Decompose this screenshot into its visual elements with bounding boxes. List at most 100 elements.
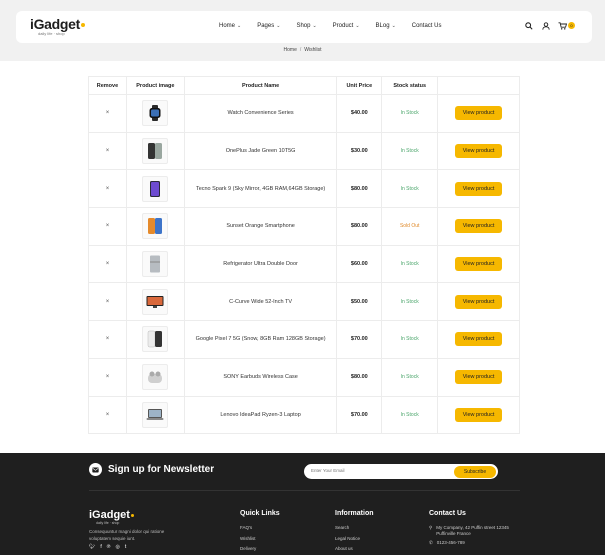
breadcrumb-current: Wishlist xyxy=(304,47,322,53)
envelope-icon xyxy=(89,463,102,476)
contact-phone-text[interactable]: 0123-456-789 xyxy=(437,540,465,546)
breadcrumb-home[interactable]: Home xyxy=(284,47,297,53)
product-name[interactable]: SONY Earbuds Wireless Case xyxy=(183,357,338,397)
nav-item-product[interactable]: Product ⌄ xyxy=(333,23,360,29)
nav-label: Contact Us xyxy=(411,23,442,29)
view-product-button[interactable]: View product xyxy=(455,294,503,309)
remove-icon[interactable]: × xyxy=(106,186,110,192)
remove-icon[interactable]: × xyxy=(106,412,110,418)
facebook-icon[interactable]: f xyxy=(100,544,101,550)
stock-cell: In Stock xyxy=(381,169,439,209)
contact-address-text: My Company, 42 Puffin street 12345 Puffi… xyxy=(436,525,509,536)
contact-phone: ✆ 0123-456-789 xyxy=(429,540,529,546)
remove-cell: × xyxy=(88,282,127,322)
product-name[interactable]: Watch Convenience Series xyxy=(183,94,338,133)
instagram-icon[interactable]: ◎ xyxy=(115,544,119,550)
contact-title: Contact Us xyxy=(429,510,466,517)
view-product-button[interactable]: View product xyxy=(455,181,503,196)
image-cell xyxy=(125,282,185,322)
footer-link-wishlist[interactable]: Wishlist xyxy=(240,536,280,541)
site-logo[interactable]: iGadget daily life · shop xyxy=(30,17,86,36)
product-name[interactable]: C-Curve Wide 52-Inch TV xyxy=(183,282,338,322)
contact-address: ⚲ My Company, 42 Puffin street 12345 Puf… xyxy=(429,525,529,537)
subscribe-button[interactable]: Subscribe xyxy=(454,465,496,478)
action-cell: View product xyxy=(437,320,520,359)
tumblr-icon[interactable]: t xyxy=(125,544,126,550)
footer-link-delivery[interactable]: Delivery xyxy=(240,546,280,551)
logo-dot xyxy=(130,514,134,517)
table-row: × Refrigerator Ultra Double Door $60.00 In … xyxy=(88,244,520,284)
product-image[interactable] xyxy=(142,288,169,315)
pinterest-icon[interactable]: ℗ xyxy=(107,544,111,550)
footer-logo[interactable]: iGadget daily life · shop xyxy=(89,510,134,525)
unit-price: $80.00 xyxy=(350,185,368,192)
information-title: Information xyxy=(335,510,374,517)
nav-item-shop[interactable]: Shop ⌄ xyxy=(296,23,316,29)
view-product-button[interactable]: View product xyxy=(455,332,503,347)
image-cell xyxy=(125,131,185,171)
view-product-button[interactable]: View product xyxy=(455,219,503,234)
newsletter-email-input[interactable] xyxy=(311,468,441,473)
table-row: × Google Pixel 7 5G (Snow, 8GB Ram 128GB … xyxy=(88,320,520,359)
unit-price: $80.00 xyxy=(350,223,368,230)
phone-icon: ✆ xyxy=(429,540,433,545)
product-name[interactable]: Tecno Spark 9 (Sky Mirror, 4GB RAM,64GB … xyxy=(183,169,338,209)
footer-description: Consequuntur magni dolor qui ratione vol… xyxy=(89,529,165,541)
product-image[interactable] xyxy=(142,175,169,202)
product-name[interactable]: Google Pixel 7 5G (Snow, 8GB Ram 128GB S… xyxy=(183,320,338,359)
footer-link-about[interactable]: About us xyxy=(335,546,374,551)
newsletter-title: Sign up for Newsletter xyxy=(108,464,215,475)
view-product-button[interactable]: View product xyxy=(455,144,503,159)
table-row: × Sunset Orange Smartphone $80.00 Sold Out V… xyxy=(88,207,520,246)
stock-status: In Stock xyxy=(400,411,419,418)
product-image[interactable] xyxy=(142,213,169,240)
product-image[interactable] xyxy=(142,326,169,353)
cart-button[interactable]: 0 xyxy=(558,21,575,30)
stock-status: In Stock xyxy=(400,185,419,192)
product-image[interactable] xyxy=(142,100,169,127)
footer-link-search[interactable]: Search xyxy=(335,525,374,530)
product-image[interactable] xyxy=(142,138,169,165)
footer-link-faq[interactable]: FAQ's xyxy=(240,525,280,530)
remove-cell: × xyxy=(88,320,127,359)
remove-icon[interactable]: × xyxy=(106,299,110,305)
remove-cell: × xyxy=(88,395,127,435)
remove-icon[interactable]: × xyxy=(106,148,110,154)
twitter-icon[interactable]: 🐦︎ xyxy=(89,544,95,550)
cart-icon xyxy=(558,21,567,30)
product-name[interactable]: Refrigerator Ultra Double Door xyxy=(183,244,338,284)
wishlist-table: Remove Product image Product Name Unit P… xyxy=(88,76,520,435)
header-price: Unit Price xyxy=(336,76,383,95)
remove-icon[interactable]: × xyxy=(106,261,110,267)
product-name[interactable]: Lenovo IdeaPad Ryzen-3 Laptop xyxy=(183,395,338,435)
nav-item-pages[interactable]: Pages ⌄ xyxy=(257,23,280,29)
remove-icon[interactable]: × xyxy=(106,110,110,116)
user-icon[interactable] xyxy=(541,21,550,30)
main-nav: Home ⌄ Pages ⌄ Shop ⌄ Product ⌄ BLog ⌄ Contac… xyxy=(219,23,457,29)
remove-icon[interactable]: × xyxy=(106,223,110,229)
stock-status: In Stock xyxy=(400,374,419,381)
nav-label: BLog xyxy=(375,23,390,29)
nav-item-blog[interactable]: BLog ⌄ xyxy=(376,23,396,29)
footer-link-legal[interactable]: Legal Notice xyxy=(335,536,374,541)
logo-dot xyxy=(81,23,86,27)
unit-price: $40.00 xyxy=(350,110,368,117)
product-name[interactable]: OnePlus Jade Green 10T5G xyxy=(183,131,338,171)
nav-item-home[interactable]: Home ⌄ xyxy=(219,23,241,29)
header-action xyxy=(437,76,520,95)
product-image[interactable] xyxy=(142,401,169,428)
remove-icon[interactable]: × xyxy=(106,374,110,380)
product-name[interactable]: Sunset Orange Smartphone xyxy=(183,207,338,246)
remove-cell: × xyxy=(88,244,127,284)
nav-item-contact[interactable]: Contact Us xyxy=(412,23,442,29)
product-image[interactable] xyxy=(142,251,169,278)
view-product-button[interactable]: View product xyxy=(455,257,503,272)
view-product-button[interactable]: View product xyxy=(455,370,503,385)
view-product-button[interactable]: View product xyxy=(455,407,503,422)
site-footer: Sign up for Newsletter Subscribe iGadget… xyxy=(0,453,605,555)
product-image[interactable] xyxy=(142,364,169,391)
view-product-button[interactable]: View product xyxy=(455,106,503,121)
remove-icon[interactable]: × xyxy=(106,336,110,342)
search-icon[interactable] xyxy=(524,21,533,30)
chevron-down-icon: ⌄ xyxy=(237,23,242,29)
